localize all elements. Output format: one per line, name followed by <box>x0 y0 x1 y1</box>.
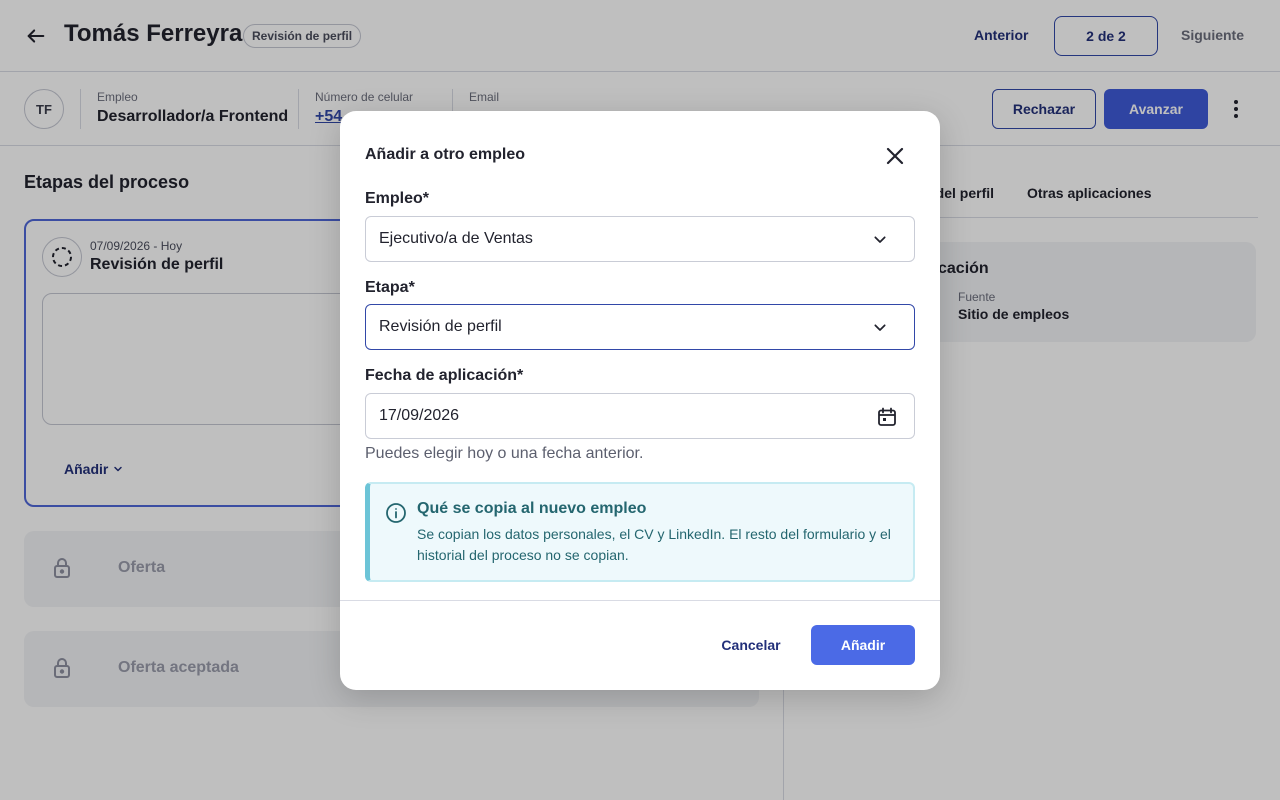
callout-title: Qué se copia al nuevo empleo <box>417 500 647 517</box>
calendar-icon[interactable] <box>876 406 898 428</box>
job-select[interactable]: Ejecutivo/a de Ventas <box>365 216 915 262</box>
job-select-value: Ejecutivo/a de Ventas <box>379 230 533 247</box>
chevron-down-icon <box>872 320 888 336</box>
application-date-input[interactable]: 17/09/2026 <box>365 393 915 439</box>
callout-text: Se copian los datos personales, el CV y … <box>417 526 891 563</box>
application-date-value: 17/09/2026 <box>379 407 460 424</box>
stage-select[interactable]: Revisión de perfil <box>365 304 915 350</box>
stage-select-value: Revisión de perfil <box>379 318 502 335</box>
info-icon <box>385 502 407 524</box>
job-field-label: Empleo* <box>365 190 430 207</box>
copy-info-callout: Qué se copia al nuevo empleo Se copian l… <box>365 482 915 582</box>
cancel-button[interactable]: Cancelar <box>710 625 792 665</box>
add-button[interactable]: Añadir <box>811 625 915 665</box>
dialog-title: Añadir a otro empleo <box>365 146 526 163</box>
dialog-body[interactable]: Empleo* Ejecutivo/a de Ventas Etapa* Rev… <box>340 189 940 600</box>
close-button[interactable] <box>882 143 908 169</box>
date-field-label: Fecha de aplicación* <box>365 367 524 384</box>
date-help-text: Puedes elegir hoy o una fecha anterior. <box>365 445 644 462</box>
add-to-job-dialog: Añadir a otro empleo Empleo* Ejecutivo/a… <box>340 111 940 690</box>
chevron-down-icon <box>872 232 888 248</box>
dialog-footer-divider <box>340 600 940 601</box>
stage-field-label: Etapa* <box>365 279 415 296</box>
close-icon <box>886 147 904 165</box>
